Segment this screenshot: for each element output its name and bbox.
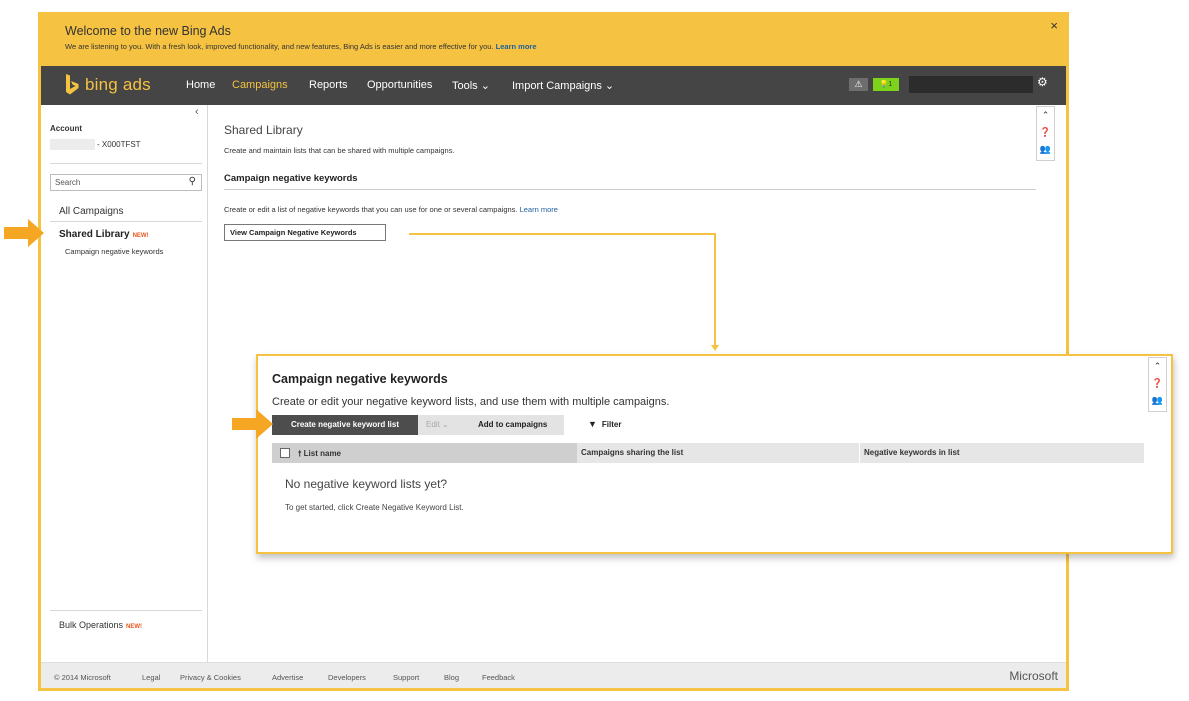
divider — [50, 221, 202, 222]
footer-link-blog[interactable]: Blog — [444, 673, 459, 682]
nav-opportunities[interactable]: Opportunities — [367, 79, 432, 91]
welcome-banner: Welcome to the new Bing Ads We are liste… — [41, 15, 1066, 66]
divider — [50, 163, 202, 164]
nav-reports[interactable]: Reports — [309, 79, 348, 91]
filter-button[interactable]: ▼ Filter — [588, 419, 621, 429]
right-toolbar: ⌃ ❓ 👥 — [1036, 106, 1055, 161]
view-negative-keywords-button[interactable]: View Campaign Negative Keywords — [224, 224, 386, 241]
column-header-campaigns-sharing[interactable]: Campaigns sharing the list — [581, 448, 683, 457]
banner-description-text: We are listening to you. With a fresh lo… — [65, 42, 494, 51]
warning-icon[interactable]: ⚠ — [849, 78, 868, 91]
footer-link-support[interactable]: Support — [393, 673, 419, 682]
microsoft-logo: Microsoft — [1009, 669, 1058, 683]
section-learn-more-link[interactable]: Learn more — [520, 205, 558, 214]
divider — [50, 610, 202, 611]
help-icon[interactable]: ❓ — [1149, 375, 1166, 392]
nav-import-campaigns[interactable]: Import Campaigns ⌄ — [512, 79, 614, 92]
callout-connector-line — [409, 233, 715, 235]
pointer-arrow-icon — [4, 219, 44, 247]
edit-button[interactable]: Edit ⌄ — [426, 415, 449, 435]
bing-logo-icon — [66, 74, 79, 95]
bing-ads-logo[interactable]: bing ads — [65, 74, 151, 96]
callout-description: Create or edit your negative keyword lis… — [272, 396, 670, 408]
callout-title: Campaign negative keywords — [272, 372, 448, 386]
column-header-list-name[interactable]: 🠕 List name — [298, 448, 341, 462]
new-badge: NEW! — [126, 624, 143, 630]
new-badge: NEW! — [132, 233, 149, 239]
banner-close-icon[interactable]: × — [1050, 18, 1058, 33]
negative-keywords-callout-panel: Campaign negative keywords Create or edi… — [256, 354, 1173, 554]
page-description: Create and maintain lists that can be sh… — [224, 146, 455, 155]
sidebar: ‹ Account - X000TFST Search ⚲ All Campai… — [41, 105, 208, 662]
notification-badge[interactable]: 💡1 — [873, 78, 899, 91]
banner-learn-more-link[interactable]: Learn more — [496, 42, 537, 51]
people-icon[interactable]: 👥 — [1149, 392, 1166, 409]
section-title: Campaign negative keywords — [224, 173, 358, 184]
logo-text: bing ads — [85, 75, 151, 94]
app-frame: Welcome to the new Bing Ads We are liste… — [38, 12, 1069, 691]
footer: © 2014 Microsoft Legal Privacy & Cookies… — [41, 662, 1066, 688]
global-search-input[interactable] — [909, 76, 1033, 93]
empty-state-hint: To get started, click Create Negative Ke… — [285, 503, 464, 512]
add-to-campaigns-button[interactable]: Add to campaigns — [478, 415, 547, 435]
column-divider — [859, 443, 860, 463]
sidebar-item-bulk-operations[interactable]: Bulk Operations NEW! — [59, 620, 142, 630]
notification-count: 1 — [888, 81, 893, 88]
top-navigation: bing ads Home Campaigns Reports Opportun… — [41, 66, 1066, 105]
footer-link-developers[interactable]: Developers — [328, 673, 366, 682]
footer-link-feedback[interactable]: Feedback — [482, 673, 515, 682]
select-all-checkbox[interactable] — [280, 448, 290, 458]
callout-connector-arrowhead — [711, 345, 719, 351]
sidebar-item-all-campaigns[interactable]: All Campaigns — [59, 206, 123, 217]
footer-link-legal[interactable]: Legal — [142, 673, 160, 682]
search-placeholder: Search — [55, 178, 81, 187]
sidebar-item-negative-keywords[interactable]: Campaign negative keywords — [65, 247, 163, 256]
section-description-text: Create or edit a list of negative keywor… — [224, 205, 518, 214]
callout-connector-line — [714, 233, 716, 347]
help-icon[interactable]: ❓ — [1037, 124, 1054, 141]
sidebar-item-shared-library[interactable]: Shared Library NEW! — [59, 229, 149, 240]
chevron-up-icon[interactable]: ⌃ — [1149, 358, 1166, 375]
empty-state-title: No negative keyword lists yet? — [285, 477, 448, 491]
footer-link-advertise[interactable]: Advertise — [272, 673, 303, 682]
footer-copyright: © 2014 Microsoft — [54, 673, 111, 682]
shared-library-label: Shared Library — [59, 229, 130, 240]
table-header: 🠕 List name Campaigns sharing the list N… — [272, 443, 1144, 463]
bulk-operations-label: Bulk Operations — [59, 620, 124, 630]
chevron-up-icon[interactable]: ⌃ — [1037, 107, 1054, 124]
collapse-sidebar-icon[interactable]: ‹ — [195, 106, 199, 118]
people-icon[interactable]: 👥 — [1037, 141, 1054, 158]
column-label: List name — [303, 449, 341, 458]
section-description: Create or edit a list of negative keywor… — [224, 205, 558, 214]
filter-label: Filter — [601, 420, 622, 429]
sidebar-search-input[interactable]: Search ⚲ — [50, 174, 202, 191]
create-negative-keyword-list-button[interactable]: Create negative keyword list — [272, 415, 418, 435]
nav-home[interactable]: Home — [186, 79, 215, 91]
column-header-negative-keywords[interactable]: Negative keywords in list — [864, 448, 960, 457]
page-title: Shared Library — [224, 123, 303, 137]
nav-campaigns[interactable]: Campaigns — [232, 79, 288, 91]
nav-tools[interactable]: Tools ⌄ — [452, 79, 490, 92]
gear-icon[interactable]: ⚙ — [1037, 76, 1050, 89]
callout-right-toolbar: ⌃ ❓ 👥 — [1148, 357, 1167, 412]
account-id: - X000TFST — [97, 140, 141, 149]
footer-link-privacy[interactable]: Privacy & Cookies — [180, 673, 241, 682]
pointer-arrow-icon — [232, 409, 273, 439]
filter-icon: ▼ — [588, 419, 597, 429]
search-icon[interactable]: ⚲ — [189, 176, 196, 187]
account-name-redacted — [50, 139, 95, 150]
banner-description: We are listening to you. With a fresh lo… — [65, 42, 537, 51]
banner-title: Welcome to the new Bing Ads — [65, 24, 231, 38]
section-divider — [224, 189, 1036, 190]
account-label: Account — [50, 124, 82, 133]
